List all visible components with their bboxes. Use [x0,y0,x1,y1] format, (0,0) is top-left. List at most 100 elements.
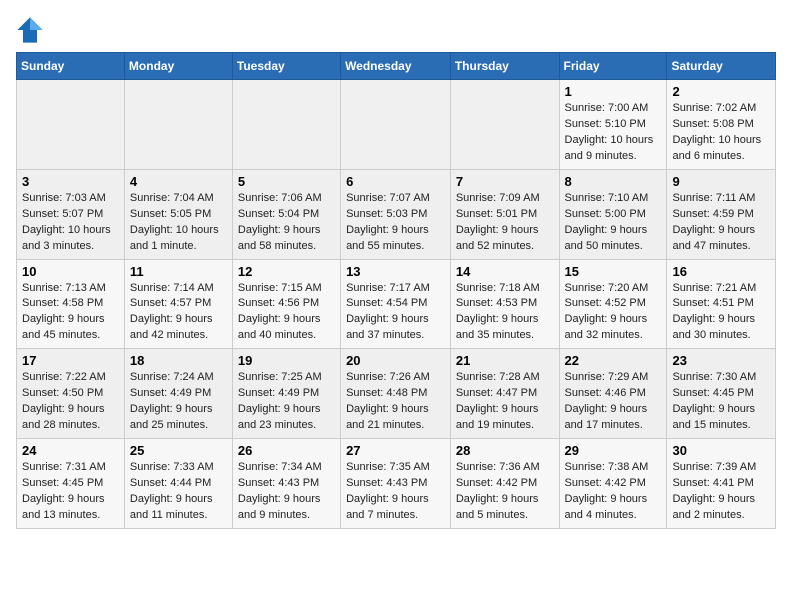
calendar-cell: 29 Sunrise: 7:38 AM Sunset: 4:42 PM Dayli… [559,439,667,529]
calendar-cell: 25 Sunrise: 7:33 AM Sunset: 4:44 PM Dayli… [124,439,232,529]
day-number: 22 [565,353,662,368]
day-info: Sunrise: 7:35 AM Sunset: 4:43 PM Dayligh… [346,460,445,524]
day-number: 19 [238,353,335,368]
day-number: 13 [346,264,445,279]
day-info: Sunrise: 7:28 AM Sunset: 4:47 PM Dayligh… [456,370,554,434]
day-number: 20 [346,353,445,368]
calendar-cell: 28 Sunrise: 7:36 AM Sunset: 4:42 PM Dayli… [450,439,559,529]
day-number: 15 [565,264,662,279]
calendar-body: 1Sunrise: 7:00 AM Sunset: 5:10 PM Daylig… [17,80,776,529]
calendar-week-row: 10 Sunrise: 7:13 AM Sunset: 4:58 PM Dayli… [17,259,776,349]
day-info: Sunrise: 7:33 AM Sunset: 4:44 PM Dayligh… [130,460,227,524]
day-number: 18 [130,353,227,368]
day-info: Sunrise: 7:38 AM Sunset: 4:42 PM Dayligh… [565,460,662,524]
day-info: Sunrise: 7:15 AM Sunset: 4:56 PM Dayligh… [238,281,335,345]
day-info: Sunrise: 7:07 AM Sunset: 5:03 PM Dayligh… [346,191,445,255]
day-number: 21 [456,353,554,368]
calendar-day-header: Saturday [667,53,776,80]
day-info: Sunrise: 7:03 AM Sunset: 5:07 PM Dayligh… [22,191,119,255]
day-info: Sunrise: 7:13 AM Sunset: 4:58 PM Dayligh… [22,281,119,345]
day-info: Sunrise: 7:06 AM Sunset: 5:04 PM Dayligh… [238,191,335,255]
calendar-cell: 2 Sunrise: 7:02 AM Sunset: 5:08 PM Daylig… [667,80,776,170]
day-info: Sunrise: 7:17 AM Sunset: 4:54 PM Dayligh… [346,281,445,345]
calendar-cell: 5 Sunrise: 7:06 AM Sunset: 5:04 PM Daylig… [232,169,340,259]
day-number: 2 [672,84,770,99]
day-number: 10 [22,264,119,279]
logo [16,16,48,44]
calendar-cell: 8 Sunrise: 7:10 AM Sunset: 5:00 PM Daylig… [559,169,667,259]
day-number: 27 [346,443,445,458]
calendar-cell: 11 Sunrise: 7:14 AM Sunset: 4:57 PM Dayli… [124,259,232,349]
calendar-cell: 26 Sunrise: 7:34 AM Sunset: 4:43 PM Dayli… [232,439,340,529]
day-number: 8 [565,174,662,189]
calendar-cell: 21 Sunrise: 7:28 AM Sunset: 4:47 PM Dayli… [450,349,559,439]
day-number: 23 [672,353,770,368]
calendar-cell: 14 Sunrise: 7:18 AM Sunset: 4:53 PM Dayli… [450,259,559,349]
calendar-cell: 20 Sunrise: 7:26 AM Sunset: 4:48 PM Dayli… [341,349,451,439]
day-number: 26 [238,443,335,458]
calendar-cell: 22 Sunrise: 7:29 AM Sunset: 4:46 PM Dayli… [559,349,667,439]
day-info: Sunrise: 7:09 AM Sunset: 5:01 PM Dayligh… [456,191,554,255]
calendar-table: SundayMondayTuesdayWednesdayThursdayFrid… [16,52,776,529]
calendar-cell: 6 Sunrise: 7:07 AM Sunset: 5:03 PM Daylig… [341,169,451,259]
calendar-header-row: SundayMondayTuesdayWednesdayThursdayFrid… [17,53,776,80]
day-info: Sunrise: 7:02 AM Sunset: 5:08 PM Dayligh… [672,101,770,165]
calendar-cell: 23 Sunrise: 7:30 AM Sunset: 4:45 PM Dayli… [667,349,776,439]
day-info: Sunrise: 7:34 AM Sunset: 4:43 PM Dayligh… [238,460,335,524]
day-info: Sunrise: 7:20 AM Sunset: 4:52 PM Dayligh… [565,281,662,345]
day-info: Sunrise: 7:21 AM Sunset: 4:51 PM Dayligh… [672,281,770,345]
day-number: 5 [238,174,335,189]
day-number: 12 [238,264,335,279]
calendar-week-row: 3 Sunrise: 7:03 AM Sunset: 5:07 PM Daylig… [17,169,776,259]
day-info: Sunrise: 7:22 AM Sunset: 4:50 PM Dayligh… [22,370,119,434]
day-number: 14 [456,264,554,279]
page-header [16,16,776,44]
day-info: Sunrise: 7:36 AM Sunset: 4:42 PM Dayligh… [456,460,554,524]
calendar-cell [341,80,451,170]
calendar-cell: 4Sunrise: 7:04 AM Sunset: 5:05 PM Daylig… [124,169,232,259]
day-number: 17 [22,353,119,368]
calendar-cell [17,80,125,170]
calendar-cell: 16Sunrise: 7:21 AM Sunset: 4:51 PM Dayli… [667,259,776,349]
calendar-day-header: Sunday [17,53,125,80]
day-info: Sunrise: 7:31 AM Sunset: 4:45 PM Dayligh… [22,460,119,524]
calendar-cell: 15 Sunrise: 7:20 AM Sunset: 4:52 PM Dayli… [559,259,667,349]
day-info: Sunrise: 7:10 AM Sunset: 5:00 PM Dayligh… [565,191,662,255]
day-number: 11 [130,264,227,279]
calendar-day-header: Wednesday [341,53,451,80]
day-info: Sunrise: 7:30 AM Sunset: 4:45 PM Dayligh… [672,370,770,434]
day-info: Sunrise: 7:26 AM Sunset: 4:48 PM Dayligh… [346,370,445,434]
calendar-cell: 9 Sunrise: 7:11 AM Sunset: 4:59 PM Daylig… [667,169,776,259]
calendar-cell: 17 Sunrise: 7:22 AM Sunset: 4:50 PM Dayli… [17,349,125,439]
calendar-cell: 27 Sunrise: 7:35 AM Sunset: 4:43 PM Dayli… [341,439,451,529]
day-info: Sunrise: 7:04 AM Sunset: 5:05 PM Dayligh… [130,191,227,255]
day-info: Sunrise: 7:18 AM Sunset: 4:53 PM Dayligh… [456,281,554,345]
calendar-cell: 18 Sunrise: 7:24 AM Sunset: 4:49 PM Dayli… [124,349,232,439]
day-number: 1 [565,84,662,99]
day-number: 9 [672,174,770,189]
calendar-day-header: Thursday [450,53,559,80]
day-info: Sunrise: 7:14 AM Sunset: 4:57 PM Dayligh… [130,281,227,345]
day-info: Sunrise: 7:11 AM Sunset: 4:59 PM Dayligh… [672,191,770,255]
day-number: 24 [22,443,119,458]
day-number: 25 [130,443,227,458]
day-info: Sunrise: 7:39 AM Sunset: 4:41 PM Dayligh… [672,460,770,524]
day-number: 6 [346,174,445,189]
calendar-cell: 1Sunrise: 7:00 AM Sunset: 5:10 PM Daylig… [559,80,667,170]
day-number: 29 [565,443,662,458]
day-number: 28 [456,443,554,458]
calendar-day-header: Monday [124,53,232,80]
calendar-week-row: 17 Sunrise: 7:22 AM Sunset: 4:50 PM Dayli… [17,349,776,439]
calendar-cell: 7Sunrise: 7:09 AM Sunset: 5:01 PM Daylig… [450,169,559,259]
day-info: Sunrise: 7:25 AM Sunset: 4:49 PM Dayligh… [238,370,335,434]
logo-icon [16,16,44,44]
calendar-cell [124,80,232,170]
day-number: 3 [22,174,119,189]
calendar-week-row: 24 Sunrise: 7:31 AM Sunset: 4:45 PM Dayli… [17,439,776,529]
calendar-day-header: Tuesday [232,53,340,80]
day-info: Sunrise: 7:24 AM Sunset: 4:49 PM Dayligh… [130,370,227,434]
day-number: 30 [672,443,770,458]
day-info: Sunrise: 7:29 AM Sunset: 4:46 PM Dayligh… [565,370,662,434]
calendar-cell [450,80,559,170]
calendar-cell: 13 Sunrise: 7:17 AM Sunset: 4:54 PM Dayli… [341,259,451,349]
